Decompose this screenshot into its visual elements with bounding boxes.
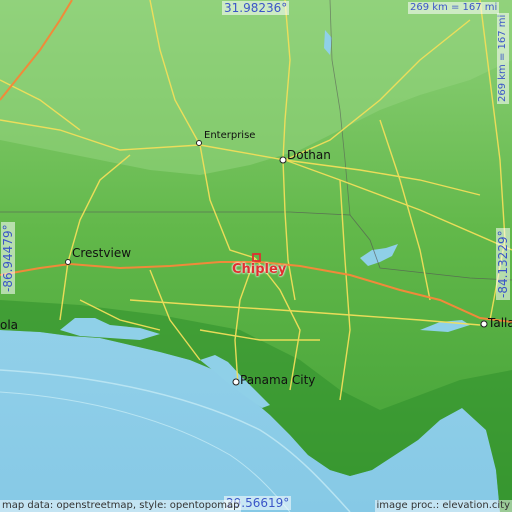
city-label-enterprise[interactable]: Enterprise — [204, 130, 255, 141]
horizontal-scale: 269 km = 167 mi — [408, 2, 500, 14]
tallahassee-marker[interactable] — [480, 320, 488, 328]
map-attribution: map data: openstreetmap, style: opentopo… — [0, 500, 242, 512]
dothan-marker[interactable] — [279, 156, 287, 164]
city-label-tallahassee[interactable]: Talla — [488, 316, 512, 330]
crestview-marker[interactable] — [65, 259, 71, 265]
city-label-pensacola[interactable]: ola — [0, 318, 18, 332]
enterprise-marker[interactable] — [196, 140, 202, 146]
city-label-crestview[interactable]: Crestview — [72, 246, 131, 260]
east-coordinate: -84.13229° — [496, 228, 510, 300]
city-label-panama-city[interactable]: Panama City — [240, 373, 315, 387]
vertical-scale: 269 km = 167 mi — [497, 12, 509, 104]
panama-city-marker[interactable] — [232, 378, 240, 386]
city-label-chipley[interactable]: Chipley — [232, 262, 286, 277]
north-coordinate: 31.98236° — [222, 1, 290, 15]
city-label-dothan[interactable]: Dothan — [287, 148, 331, 162]
west-coordinate: -86.94479° — [1, 222, 15, 294]
image-processing-credit: image proc.: elevation.city — [374, 500, 512, 512]
